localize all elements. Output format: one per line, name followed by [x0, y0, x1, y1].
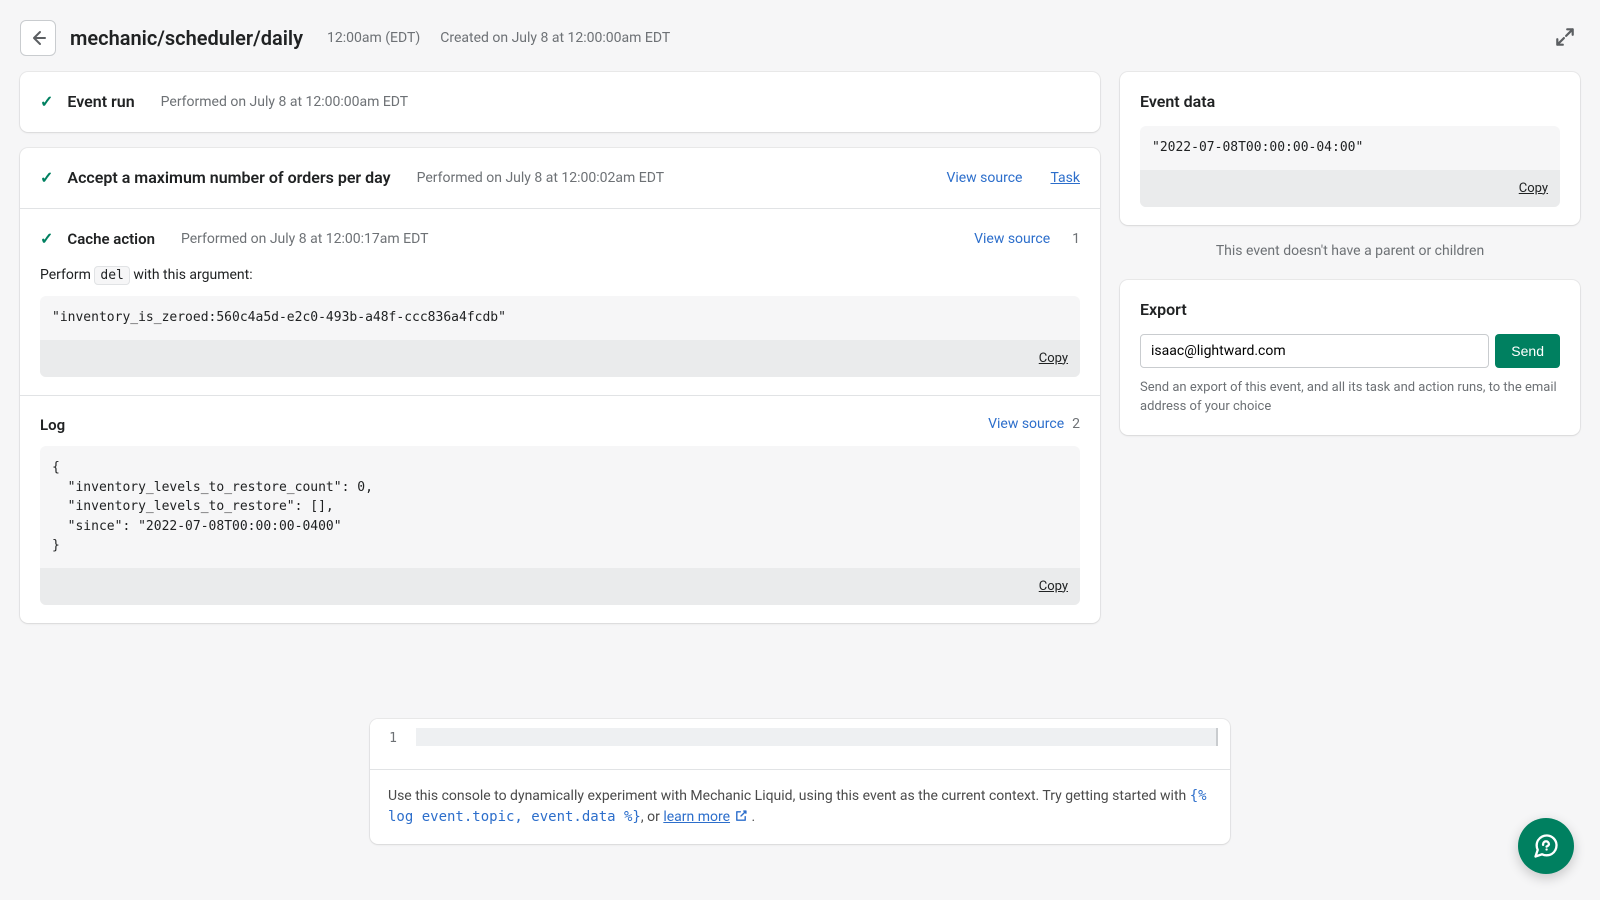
event-data-content: "2022-07-08T00:00:00-04:00": [1140, 126, 1560, 170]
task-link[interactable]: Task: [1050, 168, 1080, 189]
log-title: Log: [40, 414, 65, 437]
chat-icon: [1532, 832, 1560, 860]
page-header: mechanic/scheduler/daily 12:00am (EDT) C…: [0, 0, 1600, 72]
log-block: { "inventory_levels_to_restore_count": 0…: [40, 446, 1080, 605]
event-run-card: ✓ Event run Performed on July 8 at 12:00…: [20, 72, 1100, 132]
console-editor[interactable]: 1: [370, 719, 1230, 769]
log-content: { "inventory_levels_to_restore_count": 0…: [40, 446, 1080, 568]
check-icon: ✓: [40, 227, 53, 251]
log-view-source-link[interactable]: View source: [988, 414, 1064, 435]
console-footer: Use this console to dynamically experime…: [370, 769, 1230, 844]
event-data-card: Event data "2022-07-08T00:00:00-04:00" C…: [1120, 72, 1580, 225]
console-footer-or: , or: [641, 809, 663, 825]
console-footer-period: .: [748, 809, 755, 825]
event-run-performed: Performed on July 8 at 12:00:00am EDT: [161, 92, 409, 113]
check-icon: ✓: [40, 90, 53, 114]
task-card: ✓ Accept a maximum number of orders per …: [20, 148, 1100, 623]
event-run-title: Event run: [67, 90, 134, 114]
copy-button[interactable]: Copy: [1039, 579, 1068, 594]
copy-button[interactable]: Copy: [1519, 181, 1548, 196]
editor-active-line[interactable]: [416, 728, 1218, 746]
perform-suffix: with this argument:: [133, 267, 252, 283]
cache-argument-block: "inventory_is_zeroed:560c4a5d-e2c0-493b-…: [40, 296, 1080, 377]
perform-description: Perform del with this argument:: [40, 265, 1080, 286]
back-button[interactable]: [20, 20, 56, 56]
export-email-input[interactable]: [1140, 334, 1489, 368]
event-data-heading: Event data: [1140, 90, 1560, 114]
export-help: Send an export of this event, and all it…: [1140, 378, 1560, 417]
log-index: 2: [1072, 414, 1080, 435]
log-section: Log View source 2 { "inventory_levels_to…: [20, 395, 1100, 623]
header-time: 12:00am (EDT): [327, 28, 420, 49]
console-footer-prefix: Use this console to dynamically experime…: [388, 788, 1190, 804]
cache-view-source-link[interactable]: View source: [974, 229, 1050, 250]
send-button[interactable]: Send: [1495, 334, 1560, 368]
cache-index: 1: [1072, 229, 1080, 250]
page-title: mechanic/scheduler/daily: [70, 23, 303, 53]
cache-action-section: ✓ Cache action Performed on July 8 at 12…: [20, 208, 1100, 395]
line-number: 1: [370, 719, 416, 769]
check-icon: ✓: [40, 166, 53, 190]
perform-code: del: [94, 266, 129, 285]
arrow-left-icon: [28, 28, 48, 48]
cache-action-title: Cache action: [67, 228, 155, 251]
task-view-source-link[interactable]: View source: [946, 168, 1022, 189]
task-performed: Performed on July 8 at 12:00:02am EDT: [417, 168, 665, 189]
cache-action-performed: Performed on July 8 at 12:00:17am EDT: [181, 229, 429, 250]
lineage-note: This event doesn't have a parent or chil…: [1120, 241, 1580, 262]
cache-argument: "inventory_is_zeroed:560c4a5d-e2c0-493b-…: [40, 296, 1080, 340]
chat-fab[interactable]: [1518, 818, 1574, 874]
copy-button[interactable]: Copy: [1039, 351, 1068, 366]
export-heading: Export: [1140, 298, 1560, 322]
learn-more-label: learn more: [663, 809, 730, 825]
expand-icon: [1554, 26, 1576, 48]
learn-more-link[interactable]: learn more: [663, 809, 748, 825]
perform-prefix: Perform: [40, 267, 91, 283]
task-title: Accept a maximum number of orders per da…: [67, 166, 390, 190]
console-card: 1 Use this console to dynamically experi…: [370, 719, 1230, 844]
export-card: Export Send Send an export of this event…: [1120, 280, 1580, 435]
expand-button[interactable]: [1550, 22, 1580, 55]
header-created: Created on July 8 at 12:00:00am EDT: [440, 28, 670, 49]
event-data-block: "2022-07-08T00:00:00-04:00" Copy: [1140, 126, 1560, 207]
external-link-icon: [734, 809, 748, 823]
